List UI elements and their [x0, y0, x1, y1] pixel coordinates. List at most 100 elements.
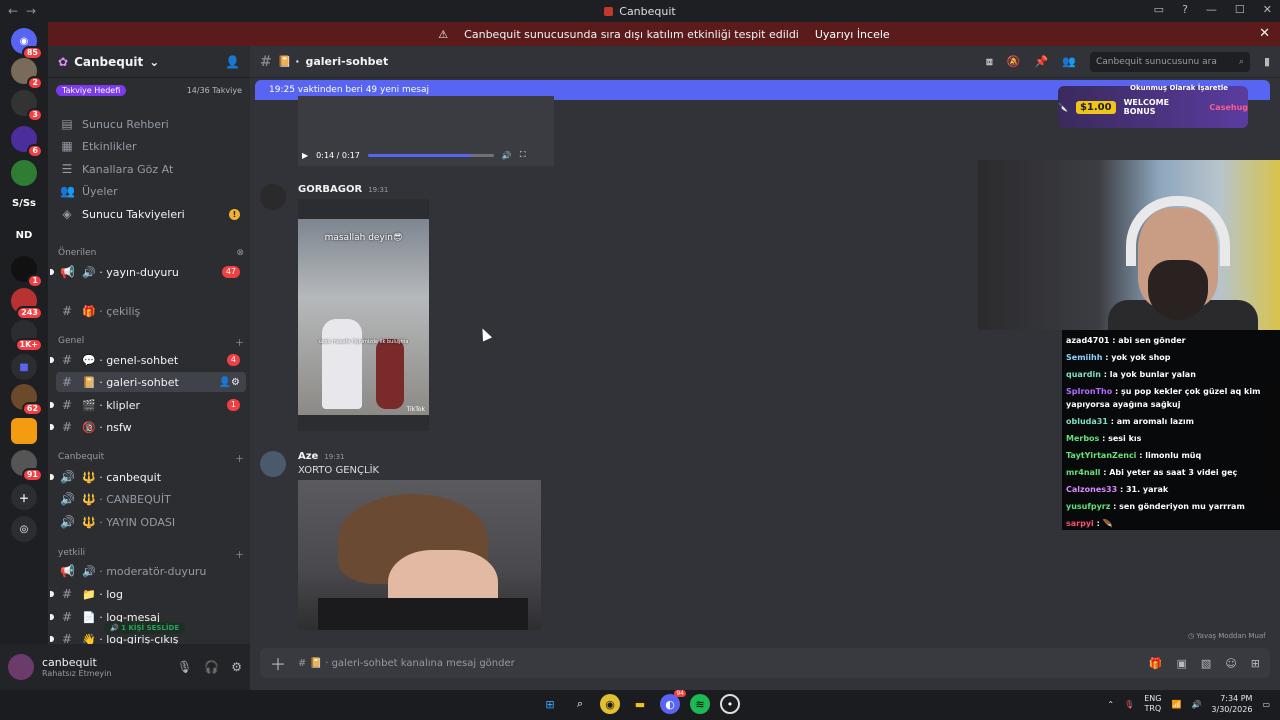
channel-name: yayın-duyuru: [106, 265, 179, 279]
server-header[interactable]: ✿ Canbequit ⌄ 👤: [48, 46, 250, 78]
server-icon[interactable]: ND: [11, 222, 37, 248]
server-icon[interactable]: 3: [11, 90, 43, 122]
channel-klipler[interactable]: # 🎬 · klipler 1: [50, 395, 246, 415]
volume-icon[interactable]: 🔊: [1191, 700, 1201, 709]
start-icon[interactable]: ⊞: [540, 694, 560, 714]
notifications-icon[interactable]: 🔕: [1007, 55, 1021, 68]
channel-moderator-duyuru[interactable]: 📢 🔊 · moderatör-duyuru: [56, 561, 246, 581]
channel-cekilis[interactable]: # 🎁 · çekiliş: [56, 301, 246, 321]
server-icon[interactable]: [11, 160, 37, 186]
channel-genel-sohbet[interactable]: # 💬 · genel-sohbet 4: [50, 350, 246, 370]
server-icon[interactable]: 2: [11, 58, 43, 90]
inbox-icon[interactable]: ▭: [1154, 3, 1164, 16]
volume-icon[interactable]: 🔊: [502, 151, 512, 160]
gif-icon[interactable]: ▣: [1177, 657, 1187, 670]
close-icon[interactable]: ✕: [1259, 26, 1270, 41]
headphones-icon[interactable]: 🎧: [204, 660, 219, 674]
category-yetkili[interactable]: yetkili ＋: [58, 548, 244, 561]
fullscreen-icon[interactable]: ⛶: [520, 150, 526, 160]
add-channel-icon[interactable]: ＋: [235, 336, 244, 349]
channel-galeri-sohbet[interactable]: # 📔 · galeri-sohbet 👤⚙: [56, 372, 246, 392]
server-icon[interactable]: 62: [11, 384, 43, 416]
dismiss-icon[interactable]: ⊗: [236, 248, 244, 258]
category-genel[interactable]: Genel ＋: [58, 336, 244, 349]
invite-people-icon[interactable]: 👤: [225, 55, 240, 69]
server-icon[interactable]: S/Ss: [11, 190, 37, 216]
apps-icon[interactable]: ⊞: [1251, 657, 1260, 670]
member-list-icon[interactable]: 👥: [1062, 55, 1076, 68]
user-info[interactable]: canbequit Rahatsız Etmeyin: [42, 656, 111, 678]
server-icon[interactable]: [11, 418, 37, 444]
video-attachment[interactable]: masallah deyin😎 uzak mesafe ilişkimizde …: [298, 199, 429, 431]
server-icon[interactable]: 91: [11, 450, 43, 482]
search-input[interactable]: Canbequit sunucusunu ara ⌕: [1089, 51, 1250, 72]
spotify-icon[interactable]: ≋: [690, 694, 710, 714]
category-canbequit[interactable]: Canbequit ＋: [58, 452, 244, 465]
stream-chat-line: SpIronTho : şu pop kekler çok güzel aq k…: [1066, 383, 1276, 413]
mark-read-label[interactable]: Okunmuş Olarak İşaretle: [1130, 84, 1228, 92]
attach-icon[interactable]: ＋: [270, 651, 286, 675]
channel-log[interactable]: # 📁 · log: [50, 584, 246, 604]
close-window-button[interactable]: ✕: [1263, 3, 1272, 16]
image-attachment[interactable]: [298, 480, 541, 630]
search-icon[interactable]: ⌕: [570, 694, 590, 714]
maximize-button[interactable]: ☐: [1235, 3, 1245, 16]
help-icon[interactable]: ?: [1182, 3, 1188, 16]
direct-messages-button[interactable]: ◉ 85: [11, 28, 43, 60]
message-author[interactable]: GORBAGOR: [298, 184, 362, 195]
add-server-icon[interactable]: ＋: [11, 484, 37, 510]
video-seek-bar[interactable]: [367, 153, 494, 157]
server-badge: 6: [27, 144, 43, 158]
obs-icon[interactable]: •: [720, 694, 740, 714]
tray-overflow-icon[interactable]: ⌃: [1107, 700, 1114, 709]
inbox-icon[interactable]: ▮: [1264, 55, 1270, 68]
taskbar: ⊞ ⌕ ◉ ▬ ◐ 94 ≋ • ⌃ 🎙 ENG TRQ 📶 🔊 7:34 PM …: [0, 690, 1280, 720]
server-icon[interactable]: 6: [11, 126, 43, 158]
boost-goal[interactable]: Takviye Hedefi 14/36 Takviye: [56, 82, 242, 98]
voice-channel-canbequit[interactable]: 🔊 🔱 · canbequit: [50, 467, 246, 487]
discover-icon[interactable]: ◎: [11, 516, 37, 542]
chrome-icon[interactable]: ◉: [600, 694, 620, 714]
gift-icon[interactable]: 🎁: [1149, 657, 1163, 670]
nav-server-guide[interactable]: ▤ Sunucu Rehberi: [56, 114, 246, 134]
threads-icon[interactable]: ⧈: [986, 55, 993, 69]
avatar[interactable]: [260, 451, 286, 477]
file-explorer-icon[interactable]: ▬: [630, 694, 650, 714]
review-warning-button[interactable]: Uyarıyı İncele: [815, 28, 890, 41]
add-channel-icon[interactable]: ＋: [235, 452, 244, 465]
message-author[interactable]: Aze: [298, 451, 318, 462]
emoji-icon[interactable]: ☺: [1225, 657, 1236, 670]
gear-icon[interactable]: ⚙: [231, 660, 242, 674]
minimize-button[interactable]: —: [1206, 3, 1217, 16]
notifications-icon[interactable]: ▭: [1262, 700, 1270, 709]
nav-members[interactable]: 👥 Üyeler: [56, 181, 246, 201]
avatar[interactable]: [260, 184, 286, 210]
server-icon[interactable]: 1K+: [11, 320, 43, 352]
voice-channel-canbequit-2[interactable]: 🔊 🔱 · CANBEQUİT: [56, 489, 246, 509]
sticker-icon[interactable]: ▧: [1201, 657, 1211, 670]
channel-yayin-duyuru[interactable]: 📢 🔊 · yayın-duyuru 47: [50, 262, 246, 282]
voice-activity-pill[interactable]: 🔊 1 KİŞİ SESLİDE: [104, 622, 186, 634]
pin-icon[interactable]: 📌: [1035, 55, 1049, 68]
wifi-icon[interactable]: 📶: [1171, 700, 1181, 709]
category-suggested[interactable]: Önerilen ⊗: [58, 248, 244, 258]
add-channel-icon[interactable]: ＋: [235, 548, 244, 561]
channel-settings-icon[interactable]: 👤⚙: [219, 377, 240, 388]
clock[interactable]: 7:34 PM 3/30/2026: [1211, 693, 1252, 715]
discord-icon[interactable]: ◐ 94: [660, 690, 686, 714]
nav-server-boosts[interactable]: ◈ Sunucu Takviyeleri!: [56, 204, 246, 224]
microphone-icon[interactable]: 🎙: [177, 660, 192, 674]
history-nav[interactable]: ←→: [8, 4, 44, 18]
voice-channel-yayin-odasi[interactable]: 🔊 🔱 · YAYIN ODASI: [56, 512, 246, 532]
avatar[interactable]: [8, 654, 34, 680]
play-icon[interactable]: ▶: [302, 151, 308, 160]
folder-icon[interactable]: ■: [11, 354, 37, 380]
channel-nsfw[interactable]: # 🔞 · nsfw: [50, 417, 246, 437]
message-composer[interactable]: ＋ # 📔 · galeri-sohbet kanalına mesaj gön…: [260, 648, 1270, 678]
server-icon[interactable]: 1: [11, 256, 43, 288]
microphone-icon[interactable]: 🎙: [1124, 700, 1134, 709]
nav-browse-channels[interactable]: ☰ Kanallara Göz At: [56, 159, 246, 179]
server-icon[interactable]: 243: [11, 288, 43, 320]
nav-events[interactable]: ▦ Etkinlikler: [56, 136, 246, 156]
language-indicator[interactable]: ENG TRQ: [1144, 694, 1161, 714]
